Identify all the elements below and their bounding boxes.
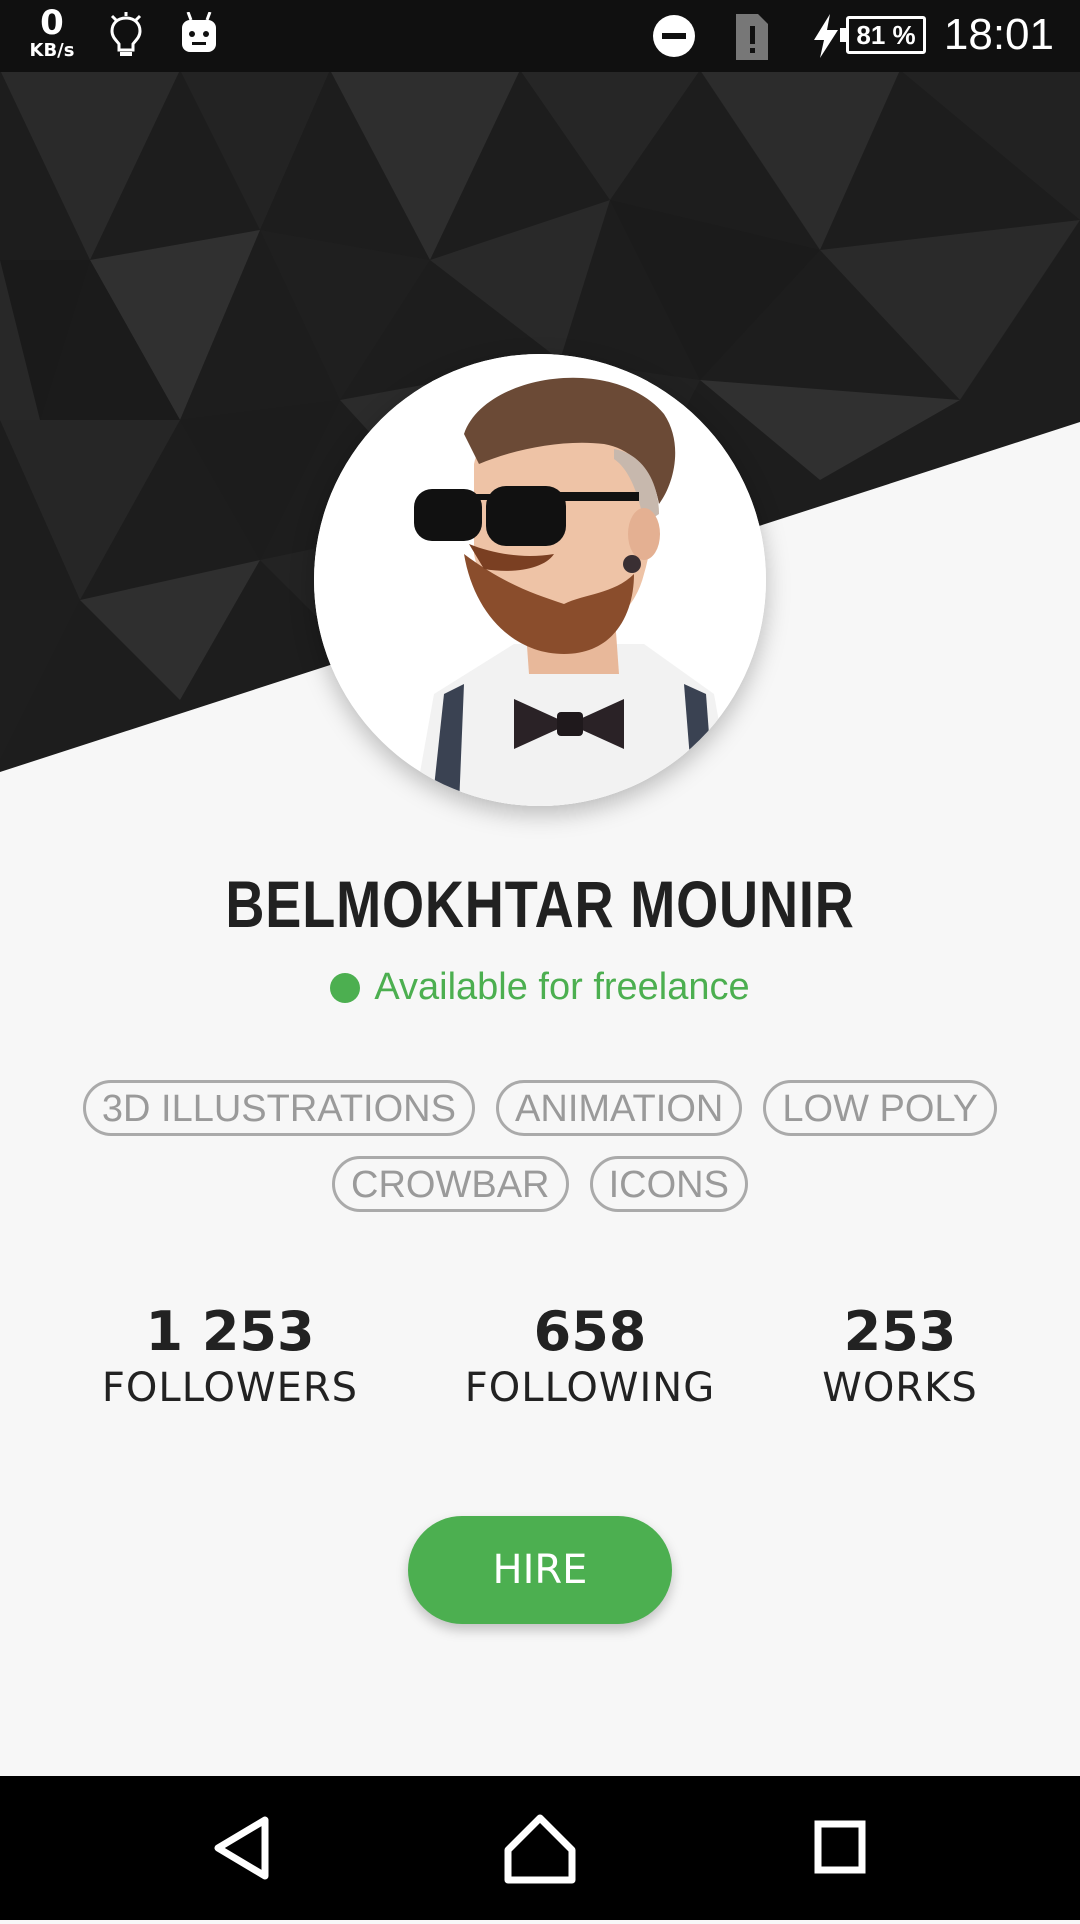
availability-dot-icon — [330, 972, 361, 1003]
data-speed-value: 0 — [40, 3, 64, 43]
followers-count: 1 253 — [145, 1300, 315, 1363]
recents-button[interactable] — [760, 1776, 920, 1920]
following-count: 658 — [533, 1300, 647, 1363]
sim-alert-icon — [736, 14, 768, 60]
navigation-bar — [0, 1776, 1080, 1920]
availability-status: Available for freelance — [0, 966, 1080, 1009]
hire-button[interactable]: HIRE — [408, 1516, 672, 1624]
works-label: WORKS — [822, 1365, 978, 1411]
home-icon — [504, 1814, 576, 1884]
stat-works[interactable]: 253 WORKS — [780, 1300, 1020, 1411]
back-icon — [214, 1816, 269, 1880]
stat-followers[interactable]: 1 253 FOLLOWERS — [80, 1300, 380, 1411]
tag-row: 3D ILLUSTRATIONS ANIMATION LOW POLY — [40, 1080, 1040, 1136]
skill-tags: 3D ILLUSTRATIONS ANIMATION LOW POLY CROW… — [40, 1080, 1040, 1232]
tag-3d-illustrations[interactable]: 3D ILLUSTRATIONS — [82, 1080, 475, 1136]
data-speed-indicator: 0 KB/s — [24, 6, 80, 60]
followers-label: FOLLOWERS — [101, 1365, 359, 1411]
tag-animation[interactable]: ANIMATION — [496, 1080, 743, 1136]
home-button[interactable] — [460, 1776, 620, 1920]
availability-text: Available for freelance — [374, 966, 750, 1008]
profile-name: BELMOKHTAR MOUNIR — [225, 867, 855, 941]
works-count: 253 — [843, 1300, 957, 1363]
recents-icon — [814, 1820, 866, 1874]
lightbulb-icon — [110, 12, 142, 56]
tag-icons[interactable]: ICONS — [589, 1156, 748, 1212]
status-bar: 0 KB/s 81 % 18:01 — [0, 0, 1080, 72]
battery-indicator: 81 % — [840, 16, 926, 54]
tag-row: CROWBAR ICONS — [40, 1156, 1040, 1212]
data-speed-unit: KB/s — [29, 40, 75, 61]
battery-level: 81 % — [856, 20, 916, 50]
avatar-portrait — [314, 354, 766, 806]
charging-bolt-icon — [814, 14, 838, 58]
tag-low-poly[interactable]: LOW POLY — [763, 1080, 998, 1136]
android-icon — [182, 12, 216, 52]
profile-avatar[interactable] — [314, 354, 766, 806]
following-label: FOLLOWING — [464, 1365, 716, 1411]
clock: 18:01 — [943, 10, 1054, 59]
do-not-disturb-icon — [653, 15, 695, 57]
tag-crowbar[interactable]: CROWBAR — [332, 1156, 569, 1212]
stat-following[interactable]: 658 FOLLOWING — [440, 1300, 740, 1411]
back-button[interactable] — [160, 1776, 320, 1920]
